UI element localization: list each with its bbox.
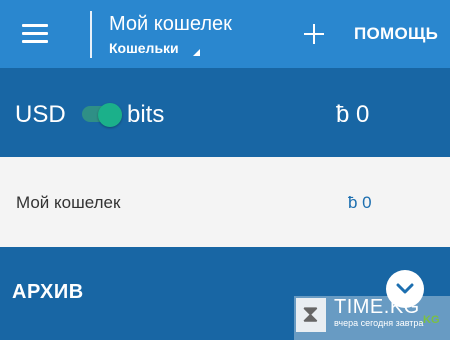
total-balance: ƀ 0 — [336, 101, 370, 128]
wallet-balance: ƀ 0 — [348, 193, 372, 212]
hamburger-menu-icon[interactable] — [22, 24, 48, 44]
wallets-dropdown[interactable]: Кошельки — [109, 40, 179, 56]
currency-usd-label: USD — [15, 101, 66, 128]
dropdown-caret-icon[interactable] — [193, 49, 200, 56]
watermark-slogan: вчера сегодня завтра — [334, 318, 424, 328]
archive-label: АРХИВ — [12, 281, 84, 303]
page-title: Мой кошелек — [109, 13, 232, 35]
help-button[interactable]: ПОМОЩЬ — [354, 24, 438, 44]
toggle-thumb — [98, 103, 122, 127]
watermark-text: TIME.KG — [334, 296, 420, 318]
currency-bits-label: bits — [127, 101, 165, 128]
wallet-name: Мой кошелек — [16, 193, 121, 212]
hourglass-icon — [296, 298, 326, 332]
app-bar-divider — [90, 11, 92, 58]
currency-toggle[interactable] — [82, 103, 124, 127]
chevron-down-icon — [396, 283, 414, 294]
balance-bar — [0, 68, 450, 157]
add-wallet-button[interactable] — [302, 22, 326, 46]
